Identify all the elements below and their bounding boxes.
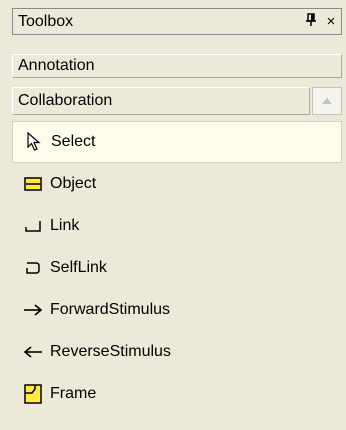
tool-frame[interactable]: Frame — [12, 373, 342, 415]
toolbox-title: Toolbox — [18, 12, 74, 30]
tool-forward-stimulus-label: ForwardStimulus — [50, 301, 171, 318]
tool-reverse-stimulus-label: ReverseStimulus — [50, 343, 171, 360]
tool-selflink[interactable]: SelfLink — [12, 247, 342, 289]
pointer-icon — [23, 131, 45, 153]
chevron-up-icon — [322, 98, 332, 104]
scroll-up-button[interactable] — [312, 87, 342, 115]
category-collaboration[interactable]: Collaboration — [12, 87, 310, 115]
arrow-right-icon — [22, 299, 44, 321]
pin-icon — [306, 12, 316, 26]
close-button[interactable]: × — [321, 13, 341, 30]
tool-selflink-label: SelfLink — [50, 259, 107, 276]
object-icon — [22, 173, 44, 195]
category-annotation[interactable]: Annotation — [12, 54, 342, 78]
selflink-icon — [22, 257, 44, 279]
tool-frame-label: Frame — [50, 385, 97, 402]
tool-select-label: Select — [51, 133, 96, 150]
tool-forward-stimulus[interactable]: ForwardStimulus — [12, 289, 342, 331]
toolbox-title-bar: Toolbox × — [12, 8, 342, 35]
category-annotation-label: Annotation — [18, 57, 95, 74]
arrow-left-icon — [22, 341, 44, 363]
toolbox-item-list: Select Object Link SelfLink ForwardStimu… — [12, 121, 342, 415]
tool-link-label: Link — [50, 217, 80, 234]
tool-object-label: Object — [50, 175, 97, 192]
tool-link[interactable]: Link — [12, 205, 342, 247]
pin-button[interactable] — [301, 12, 321, 31]
tool-select[interactable]: Select — [12, 121, 342, 163]
link-icon — [22, 215, 44, 237]
category-collaboration-label: Collaboration — [18, 92, 113, 109]
tool-object[interactable]: Object — [12, 163, 342, 205]
frame-icon — [22, 383, 44, 405]
tool-reverse-stimulus[interactable]: ReverseStimulus — [12, 331, 342, 373]
